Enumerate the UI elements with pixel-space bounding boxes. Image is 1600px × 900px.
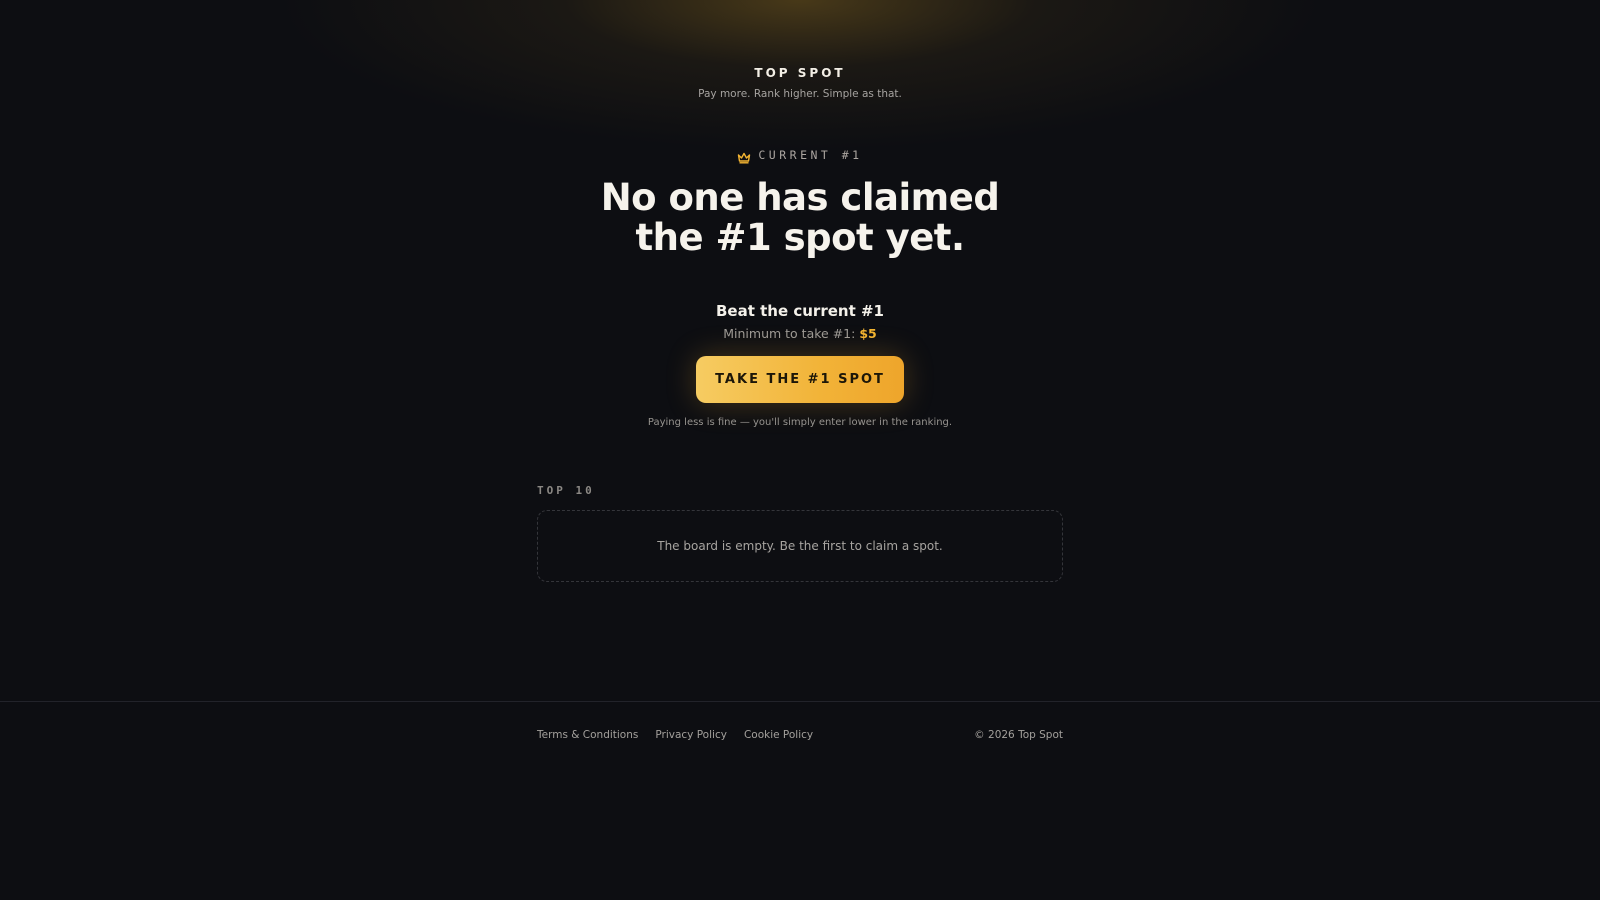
current-leader-headline: No one has claimed the #1 spot yet. [0, 178, 1600, 258]
leaderboard-empty-message: The board is empty. Be the first to clai… [657, 539, 943, 553]
take-spot-button[interactable]: TAKE THE #1 SPOT [696, 356, 904, 403]
current-leader-text: CURRENT #1 [758, 148, 863, 162]
footer-link-privacy[interactable]: Privacy Policy [655, 729, 727, 741]
site-header: TOP SPOT Pay more. Rank higher. Simple a… [0, 66, 1600, 100]
footer-link-terms[interactable]: Terms & Conditions [537, 729, 638, 741]
site-title[interactable]: TOP SPOT [0, 66, 1600, 80]
headline-line-2: the #1 spot yet. [635, 216, 965, 259]
site-tagline: Pay more. Rank higher. Simple as that. [698, 88, 902, 100]
copyright: © 2026 Top Spot [974, 729, 1063, 741]
minimum-price-label: Minimum to take #1: [723, 326, 856, 341]
footer-divider [0, 701, 1600, 702]
leaderboard-empty-state: The board is empty. Be the first to clai… [537, 510, 1063, 582]
current-leader-label: CURRENT #1 [0, 148, 1600, 164]
page: TOP SPOT Pay more. Rank higher. Simple a… [0, 0, 1600, 900]
footer-link-cookies[interactable]: Cookie Policy [744, 729, 813, 741]
crown-icon [737, 149, 751, 164]
headline-line-1: No one has claimed [600, 176, 1000, 219]
minimum-price: Minimum to take #1: $5 [0, 326, 1600, 341]
footer-links: Terms & Conditions Privacy Policy Cookie… [537, 729, 813, 741]
ranking-note: Paying less is fine — you'll simply ente… [647, 417, 953, 428]
minimum-price-amount: $5 [859, 326, 877, 341]
leaderboard-heading: TOP 10 [537, 484, 595, 497]
beat-heading: Beat the current #1 [716, 302, 884, 320]
cta-container: TAKE THE #1 SPOT [0, 356, 1600, 403]
